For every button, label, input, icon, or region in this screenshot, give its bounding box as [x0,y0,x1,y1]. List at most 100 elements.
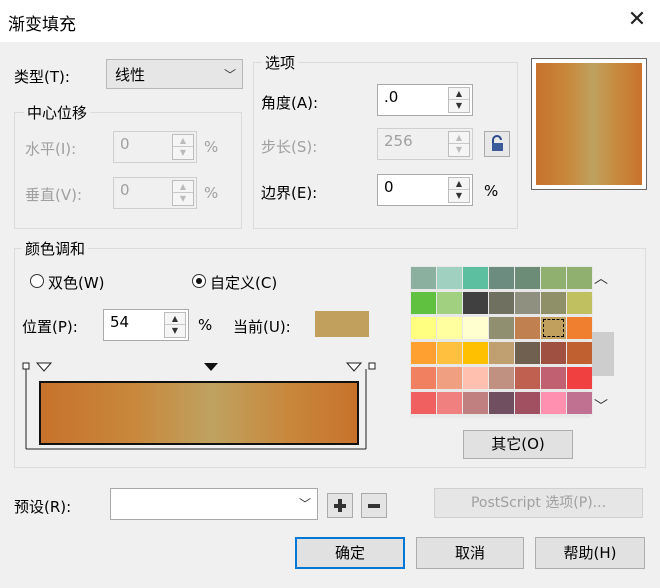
add-preset-button[interactable] [327,493,353,518]
palette-swatch[interactable] [488,366,515,390]
palette-swatch[interactable] [436,341,463,365]
palette-grid [410,266,593,416]
palette-swatch[interactable] [462,266,489,290]
palette-swatch[interactable] [462,366,489,390]
palette-swatch[interactable] [488,341,515,365]
midpoint-marker-icon[interactable] [204,363,218,371]
angle-spinner[interactable]: .0 ▲ ▼ [377,84,473,116]
palette-swatch[interactable] [514,366,541,390]
horizontal-spinner[interactable]: 0 ▲ ▼ [113,131,197,163]
palette-swatch[interactable] [540,291,567,315]
type-select[interactable]: 线性 ﹀ [106,59,243,89]
palette-swatch[interactable] [566,391,593,415]
custom-radio[interactable] [192,274,206,288]
steps-spinner[interactable]: 256 ▲ ▼ [377,128,473,160]
edge-label: 边界(E): [261,184,318,202]
edge-spinner[interactable]: 0 ▲ ▼ [377,174,473,206]
spin-up-icon[interactable]: ▲ [173,181,193,193]
palette-swatch[interactable] [462,291,489,315]
palette-swatch[interactable] [488,266,515,290]
presets-combo[interactable]: ﹀ [110,488,318,520]
vertical-spinner[interactable]: 0 ▲ ▼ [113,177,197,209]
palette-swatch[interactable] [436,316,463,340]
palette-swatch[interactable] [462,316,489,340]
palette-swatch[interactable] [436,391,463,415]
vertical-spin-buttons[interactable]: ▲ ▼ [172,180,194,206]
start-node-marker[interactable] [22,362,30,370]
horizontal-spin-buttons[interactable]: ▲ ▼ [172,134,194,160]
palette-swatch[interactable] [514,291,541,315]
two-color-radio[interactable] [30,274,44,288]
palette-swatch[interactable] [514,266,541,290]
palette-swatch[interactable] [566,341,593,365]
two-color-label[interactable]: 双色(W) [48,272,105,293]
palette-swatch[interactable] [540,266,567,290]
position-spinner[interactable]: 54 ▲ ▼ [103,309,189,341]
palette-swatch[interactable] [436,266,463,290]
palette-scrollbar[interactable]: ︿ ﹀ [592,266,614,418]
spin-down-icon[interactable]: ▼ [449,144,469,156]
palette-swatch[interactable] [540,366,567,390]
palette-swatch[interactable] [436,291,463,315]
horizontal-unit: % [204,138,219,156]
spin-up-icon[interactable]: ▲ [173,135,193,147]
scroll-up-icon[interactable]: ︿ [594,268,608,288]
palette-swatch[interactable] [540,341,567,365]
palette-swatch[interactable] [410,341,437,365]
spin-up-icon[interactable]: ▲ [449,88,469,100]
postscript-options-button[interactable]: PostScript 选项(P)... [434,488,643,518]
palette-swatch[interactable] [488,316,515,340]
spin-down-icon[interactable]: ▼ [449,100,469,112]
end-node-marker[interactable] [368,362,376,370]
palette-swatch[interactable] [410,266,437,290]
palette-swatch[interactable] [566,366,593,390]
start-node-icon[interactable] [35,362,53,372]
spin-up-icon[interactable]: ▲ [449,132,469,144]
palette-swatch[interactable] [514,391,541,415]
palette-swatch[interactable] [488,391,515,415]
palette-swatch[interactable] [462,341,489,365]
lock-button[interactable] [484,131,510,157]
angle-spin-buttons[interactable]: ▲ ▼ [448,87,470,113]
center-offset-group [14,112,242,229]
palette-swatch[interactable] [540,391,567,415]
spin-down-icon[interactable]: ▼ [173,147,193,159]
palette-swatch[interactable] [540,316,567,340]
vertical-value: 0 [120,181,130,199]
palette-swatch[interactable] [410,316,437,340]
spin-up-icon[interactable]: ▲ [449,178,469,190]
palette-swatch[interactable] [566,291,593,315]
cancel-button[interactable]: 取消 [416,537,524,569]
scroll-down-icon[interactable]: ﹀ [594,396,608,416]
palette-swatch[interactable] [410,291,437,315]
scroll-thumb[interactable] [592,332,614,376]
position-unit: % [198,316,213,334]
remove-preset-button[interactable] [361,493,387,518]
palette-swatch[interactable] [410,366,437,390]
edge-spin-buttons[interactable]: ▲ ▼ [448,177,470,203]
options-legend: 选项 [262,52,299,73]
spin-down-icon[interactable]: ▼ [449,190,469,202]
spin-down-icon[interactable]: ▼ [173,193,193,205]
custom-label[interactable]: 自定义(C) [210,272,277,293]
spin-down-icon[interactable]: ▼ [165,325,185,337]
palette-swatch[interactable] [436,366,463,390]
horizontal-label: 水平(I): [25,140,77,158]
palette-swatch[interactable] [488,291,515,315]
palette-swatch[interactable] [566,316,593,340]
palette-swatch[interactable] [462,391,489,415]
palette-swatch[interactable] [514,316,541,340]
help-button[interactable]: 帮助(H) [535,537,645,569]
ok-button[interactable]: 确定 [295,537,405,569]
other-color-button[interactable]: 其它(O) [463,430,573,459]
palette-swatch[interactable] [566,266,593,290]
palette-swatch[interactable] [410,391,437,415]
end-node-icon[interactable] [345,362,363,372]
steps-spin-buttons[interactable]: ▲ ▼ [448,131,470,157]
gradient-bar[interactable] [41,383,357,443]
position-spin-buttons[interactable]: ▲ ▼ [164,312,186,338]
close-icon[interactable]: ✕ [624,6,650,34]
spin-up-icon[interactable]: ▲ [165,313,185,325]
current-color-swatch[interactable] [315,311,369,337]
palette-swatch[interactable] [514,341,541,365]
